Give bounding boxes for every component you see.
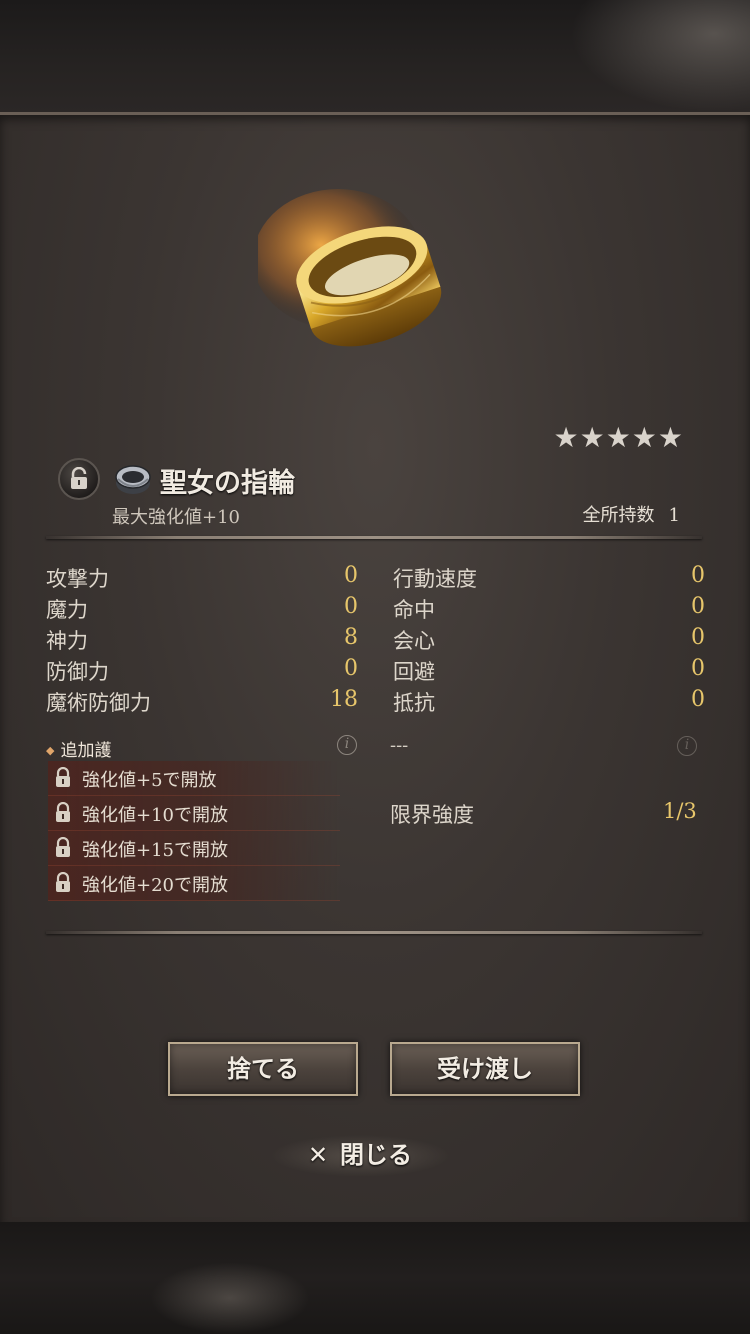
transfer-button[interactable]: 受け渡し	[390, 1042, 580, 1096]
stat-accuracy: 命中 0	[393, 594, 705, 624]
stat-attack: 攻撃力 0	[46, 563, 358, 593]
stat-label: 回避	[393, 660, 435, 684]
unlock-slot-2: 強化値+10で開放	[48, 796, 340, 831]
rarity-stars: ★★★★★	[553, 421, 684, 454]
stat-magic: 魔力 0	[46, 594, 358, 624]
lock-toggle-button[interactable]	[58, 458, 100, 500]
discard-button[interactable]: 捨てる	[168, 1042, 358, 1096]
limit-strength-label: 限界強度	[390, 803, 474, 827]
lock-icon	[56, 872, 70, 892]
stat-value: 0	[691, 563, 705, 588]
additional-effect-text: ---	[390, 735, 409, 756]
background-top	[0, 0, 750, 112]
stat-label: 抵抗	[393, 691, 435, 715]
stat-value: 0	[344, 594, 358, 619]
max-enhancement: 最大強化値+10	[112, 507, 240, 528]
stat-value: 0	[691, 625, 705, 650]
info-icon[interactable]: i	[677, 736, 697, 756]
unlock-slot-3: 強化値+15で開放	[48, 831, 340, 866]
stat-label: 会心	[393, 629, 435, 653]
divider-bottom	[46, 931, 702, 934]
owned-label: 全所持数	[582, 505, 655, 526]
divider-top	[46, 536, 702, 539]
stat-label: 攻撃力	[46, 567, 109, 591]
stat-label: 魔術防御力	[46, 691, 151, 715]
stat-speed: 行動速度 0	[393, 563, 705, 593]
item-detail-panel: ★★★★★ 聖女の指輪 最大強化値+10 全所持数 1 攻撃力 0 魔力 0 神力…	[0, 112, 750, 1228]
stat-value: 8	[344, 625, 358, 650]
stat-value: 0	[344, 563, 358, 588]
stat-evasion: 回避 0	[393, 656, 705, 686]
stat-label: 行動速度	[393, 567, 477, 591]
unlock-text: 強化値+15で開放	[82, 840, 228, 861]
unlock-slot-1: 強化値+5で開放	[48, 761, 340, 796]
stat-value: 0	[691, 687, 705, 712]
stat-magic-defense: 魔術防御力 18	[46, 687, 358, 717]
stat-divine: 神力 8	[46, 625, 358, 655]
stat-critical: 会心 0	[393, 625, 705, 655]
limit-strength-value: 1/3	[663, 799, 697, 823]
stat-label: 魔力	[46, 598, 88, 622]
stat-value: 0	[691, 594, 705, 619]
owned-number: 1	[668, 505, 680, 526]
unlock-slot-4: 強化値+20で開放	[48, 866, 340, 901]
lock-icon	[56, 802, 70, 822]
lock-icon	[71, 467, 87, 489]
close-icon: ✕	[307, 1141, 329, 1169]
additional-protection-header: ◆ 追加護	[46, 736, 111, 761]
close-button[interactable]: ✕ 閉じる	[270, 1135, 450, 1177]
stat-value: 18	[330, 687, 358, 712]
diamond-icon: ◆	[46, 744, 55, 757]
stat-resistance: 抵抗 0	[393, 687, 705, 717]
ring-image	[253, 189, 458, 369]
unlock-text: 強化値+5で開放	[82, 770, 217, 791]
info-icon[interactable]: i	[337, 735, 357, 755]
stat-defense: 防御力 0	[46, 656, 358, 686]
stat-label: 命中	[393, 598, 435, 622]
background-bottom	[0, 1222, 750, 1334]
unlock-text: 強化値+10で開放	[82, 805, 228, 826]
unlock-text: 強化値+20で開放	[82, 875, 228, 896]
owned-count: 全所持数 1	[583, 501, 680, 527]
close-label: 閉じる	[340, 1141, 413, 1169]
item-name: 聖女の指輪	[160, 468, 295, 499]
lock-icon	[56, 767, 70, 787]
stat-value: 0	[691, 656, 705, 681]
additional-title: 追加護	[60, 741, 112, 761]
ring-icon	[114, 463, 152, 501]
stat-label: 神力	[46, 629, 88, 653]
stat-label: 防御力	[46, 660, 109, 684]
lock-icon	[56, 837, 70, 857]
stat-value: 0	[344, 656, 358, 681]
